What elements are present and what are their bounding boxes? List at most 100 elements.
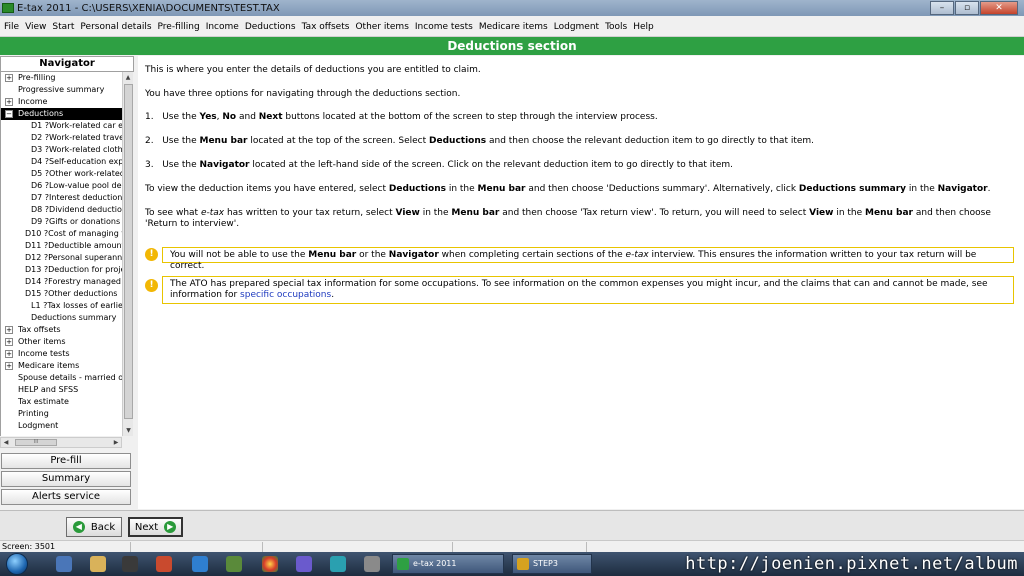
menu-other-items[interactable]: Other items	[355, 22, 408, 32]
navigator-item[interactable]: D10 ?Cost of managing tax	[1, 228, 122, 240]
menu-income[interactable]: Income	[206, 22, 239, 32]
menu-personal-details[interactable]: Personal details	[80, 22, 151, 32]
navigator-item[interactable]: Deductions summary	[1, 312, 122, 324]
navigator-item-label: D5 ?Other work-related e	[31, 169, 122, 178]
expand-icon[interactable]: +	[5, 362, 13, 370]
scroll-up-icon[interactable]: ▲	[123, 72, 133, 83]
navigator-item[interactable]: D14 ?Forestry managed in	[1, 276, 122, 288]
app-icon-blue[interactable]	[192, 556, 208, 572]
navigator-item-label: D4 ?Self-education exper	[31, 157, 122, 166]
navigator-item-label: Printing	[18, 409, 49, 418]
navigator-item[interactable]: + Pre-filling	[1, 72, 122, 84]
navigator-item-label: D6 ?Low-value pool dedu	[31, 181, 122, 190]
navigator-item[interactable]: + Income tests	[1, 348, 122, 360]
navigator-item[interactable]: D4 ?Self-education exper	[1, 156, 122, 168]
expand-icon[interactable]: +	[5, 350, 13, 358]
menu-tools[interactable]: Tools	[605, 22, 627, 32]
window-controls: – ▫ ✕	[929, 1, 1018, 15]
app-icon-green[interactable]	[226, 556, 242, 572]
navigator-item[interactable]: + Medicare items	[1, 360, 122, 372]
specific-occupations-link[interactable]: specific occupations	[240, 290, 331, 300]
navigator-item[interactable]: Tax estimate	[1, 396, 122, 408]
navigator-item[interactable]: Spouse details - married or d	[1, 372, 122, 384]
expand-icon[interactable]: +	[5, 98, 13, 106]
app-icon-gray[interactable]	[364, 556, 380, 572]
navigator-item[interactable]: D8 ?Dividend deductions	[1, 204, 122, 216]
app-icon-purple[interactable]	[296, 556, 312, 572]
navigator-item-label: Income	[18, 97, 48, 106]
options-intro: You have three options for navigating th…	[145, 89, 461, 99]
navigator-tree: + Pre-filling Progressive summary + Income − D…	[0, 72, 122, 436]
menu-help[interactable]: Help	[633, 22, 654, 32]
navigator-item[interactable]: D5 ?Other work-related e	[1, 168, 122, 180]
navigator-item-label: Deductions	[18, 109, 64, 118]
navigator-item-label: Spouse details - married or d	[18, 373, 122, 382]
navigator-item[interactable]: HELP and SFSS	[1, 384, 122, 396]
navigator-item[interactable]: − Deductions	[1, 108, 122, 120]
horizontal-scroll-thumb[interactable]: III	[15, 439, 57, 446]
menu-file[interactable]: File	[4, 22, 19, 32]
navigator-item[interactable]: D11 ?Deductible amount o	[1, 240, 122, 252]
taskbar-etax[interactable]: e-tax 2011	[392, 554, 504, 574]
navigator-panel: Navigator + Pre-filling Progressive summar…	[0, 56, 134, 509]
close-button[interactable]: ✕	[980, 1, 1018, 15]
scroll-down-icon[interactable]: ▼	[123, 425, 134, 436]
navigator-item[interactable]: D1 ?Work-related car exp	[1, 120, 122, 132]
scroll-left-icon[interactable]: ◀	[1, 438, 11, 447]
menu-medicare-items[interactable]: Medicare items	[479, 22, 548, 32]
navigator-item[interactable]: + Other items	[1, 336, 122, 348]
expand-icon[interactable]: +	[5, 74, 13, 82]
navigator-item[interactable]: L1 ?Tax losses of earlier	[1, 300, 122, 312]
menu-income-tests[interactable]: Income tests	[415, 22, 473, 32]
summary-button[interactable]: Summary	[1, 471, 131, 487]
view-deductions-text: To view the deduction items you have ent…	[145, 184, 991, 194]
navigator-item[interactable]: D15 ?Other deductions	[1, 288, 122, 300]
navigator-vertical-scrollbar[interactable]: ▲ ▼	[122, 72, 133, 436]
collapse-icon[interactable]: −	[5, 110, 13, 118]
alert-icon: !	[145, 248, 158, 261]
navigator-horizontal-scrollbar[interactable]: ◀ III ▶	[0, 437, 122, 448]
menu-start[interactable]: Start	[52, 22, 74, 32]
navigator-item[interactable]: Progressive summary	[1, 84, 122, 96]
alerts-service-button[interactable]: Alerts service	[1, 489, 131, 505]
chrome-icon[interactable]	[262, 556, 278, 572]
navigator-item-label: Deductions summary	[31, 313, 117, 322]
menu-pre-filling[interactable]: Pre-filling	[158, 22, 200, 32]
navigator-item[interactable]: D9 ?Gifts or donations	[1, 216, 122, 228]
start-button-icon[interactable]	[6, 553, 28, 575]
navigator-item[interactable]: Printing	[1, 408, 122, 420]
next-button[interactable]: Next ▶	[128, 517, 183, 537]
app-icon-teal[interactable]	[330, 556, 346, 572]
navigator-item[interactable]: D2 ?Work-related travel e	[1, 132, 122, 144]
ie-icon[interactable]	[56, 556, 72, 572]
media-player-icon[interactable]	[122, 556, 138, 572]
menu-tax-offsets[interactable]: Tax offsets	[302, 22, 350, 32]
navigator-item[interactable]: D13 ?Deduction for project	[1, 264, 122, 276]
back-button[interactable]: ◀ Back	[66, 517, 122, 537]
maximize-button[interactable]: ▫	[955, 1, 979, 15]
navigator-item[interactable]: + Income	[1, 96, 122, 108]
vertical-scroll-thumb[interactable]	[124, 84, 133, 419]
folder-icon[interactable]	[90, 556, 106, 572]
navigator-item-label: D8 ?Dividend deductions	[31, 205, 122, 214]
prefill-button[interactable]: Pre-fill	[1, 453, 131, 469]
navigator-item[interactable]: D6 ?Low-value pool dedu	[1, 180, 122, 192]
app-icon-red[interactable]	[156, 556, 172, 572]
menu-deductions[interactable]: Deductions	[245, 22, 296, 32]
expand-icon[interactable]: +	[5, 338, 13, 346]
navigator-item[interactable]: D12 ?Personal superannu	[1, 252, 122, 264]
navigator-item[interactable]: D7 ?Interest deductions	[1, 192, 122, 204]
expand-icon[interactable]: +	[5, 326, 13, 334]
scroll-right-icon[interactable]: ▶	[111, 438, 121, 447]
menu-view[interactable]: View	[25, 22, 46, 32]
minimize-button[interactable]: –	[930, 1, 954, 15]
navigator-item[interactable]: Lodgment	[1, 420, 122, 432]
taskbar-step3[interactable]: STEP3	[512, 554, 592, 574]
navigator-item[interactable]: + Tax offsets	[1, 324, 122, 336]
navigator-item-label: D15 ?Other deductions	[25, 289, 118, 298]
navigator-item-label: D11 ?Deductible amount o	[25, 241, 122, 250]
menu-lodgment[interactable]: Lodgment	[554, 22, 599, 32]
navigator-item[interactable]: D3 ?Work-related clothing	[1, 144, 122, 156]
navigator-item-label: D2 ?Work-related travel e	[31, 133, 122, 142]
navigator-title: Navigator	[0, 56, 134, 72]
